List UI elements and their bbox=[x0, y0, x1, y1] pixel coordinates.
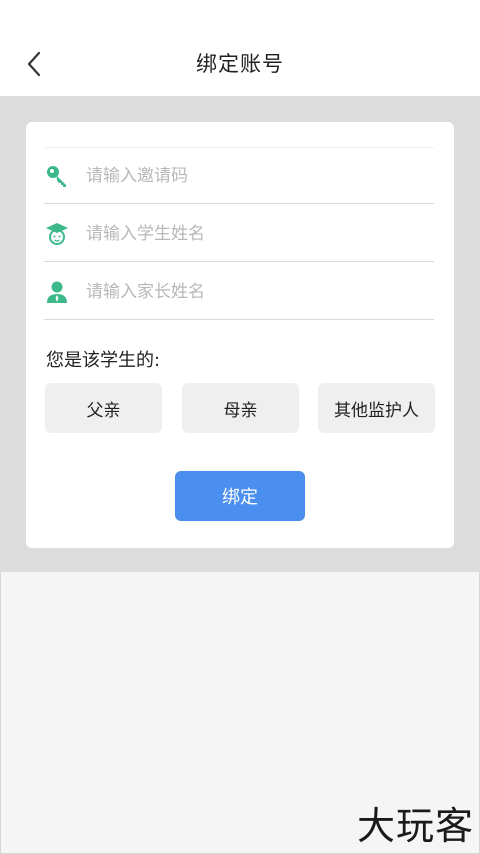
page-title: 绑定账号 bbox=[196, 52, 284, 76]
key-icon bbox=[44, 163, 70, 189]
student-name-input[interactable] bbox=[86, 217, 386, 250]
relationship-option-father[interactable]: 父亲 bbox=[45, 383, 162, 433]
relationship-option-mother[interactable]: 母亲 bbox=[182, 383, 299, 433]
student-name-field bbox=[44, 206, 434, 262]
bind-form-card: 您是该学生的: 父亲 母亲 其他监护人 绑定 bbox=[26, 122, 454, 548]
invite-code-field bbox=[44, 148, 434, 204]
bind-button[interactable]: 绑定 bbox=[175, 471, 305, 521]
nav-bar: 绑定账号 bbox=[0, 0, 480, 96]
person-icon bbox=[44, 279, 70, 305]
parent-name-field bbox=[44, 264, 434, 320]
relationship-question: 您是该学生的: bbox=[46, 350, 161, 371]
relationship-option-guardian[interactable]: 其他监护人 bbox=[318, 383, 435, 433]
watermark-logo: 大玩客 bbox=[356, 804, 474, 848]
parent-name-input[interactable] bbox=[86, 275, 386, 308]
invite-code-input[interactable] bbox=[86, 159, 386, 192]
student-icon bbox=[44, 221, 70, 247]
